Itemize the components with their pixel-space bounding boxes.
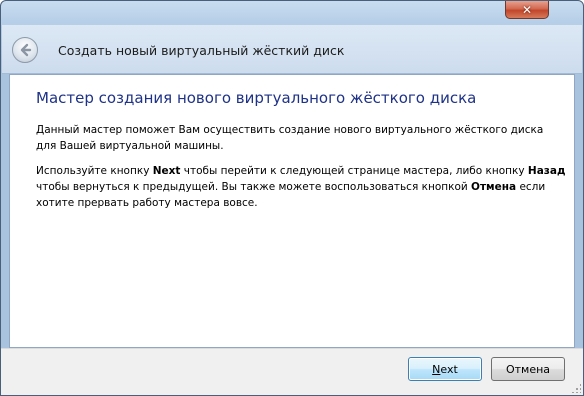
wizard-content: Мастер создания нового виртуального жёст… (9, 74, 575, 348)
wizard-header: Создать новый виртуальный жёсткий диск (2, 25, 582, 74)
instructions-text-1: Используйте кнопку (36, 165, 153, 177)
page-title: Мастер создания нового виртуального жёст… (36, 89, 477, 107)
intro-paragraph: Данный мастер поможет Вам осуществить со… (36, 124, 544, 152)
cancel-button[interactable]: Отмена (491, 357, 565, 381)
instructions-back-word: Назад (527, 165, 566, 177)
back-button[interactable] (12, 37, 38, 63)
next-button-label: Next (432, 362, 458, 376)
back-arrow-icon (20, 43, 32, 57)
next-button[interactable]: Next (408, 357, 482, 381)
instructions-paragraph: Используйте кнопку Next чтобы перейти к … (36, 163, 566, 211)
resize-grip[interactable] (571, 383, 581, 393)
close-icon: ✕ (521, 2, 533, 17)
cancel-button-label: Отмена (505, 362, 551, 376)
window-title: Создать новый виртуальный жёсткий диск (58, 43, 345, 58)
instructions-next-word: Next (152, 165, 181, 177)
instructions-text-2: чтобы перейти к следующей странице масте… (180, 165, 528, 177)
instructions-text-3: чтобы вернуться к предыдущей. Вы также м… (36, 181, 472, 193)
wizard-window: ✕ Создать новый виртуальный жёсткий диск… (0, 0, 584, 396)
button-bar: Next Отмена (1, 348, 583, 395)
close-button[interactable]: ✕ (505, 1, 549, 19)
instructions-cancel-word: Отмена (471, 181, 517, 193)
